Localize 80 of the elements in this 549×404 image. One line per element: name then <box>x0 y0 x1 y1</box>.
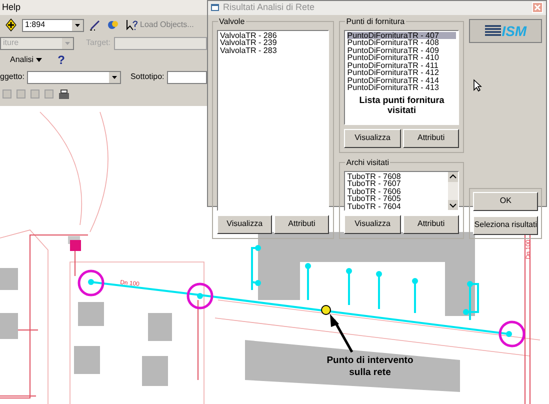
list-caption: Lista punti fornitura visitati <box>358 94 446 114</box>
highlight-circle <box>186 282 214 310</box>
junction-dot <box>255 280 261 286</box>
caret-icon <box>36 58 42 62</box>
dialog-button[interactable]: Seleziona risultati <box>473 216 538 234</box>
object-label: ggetto: <box>0 71 24 83</box>
scrollbar[interactable] <box>448 172 458 210</box>
list-item[interactable]: PuntoDiFornituraTR - 412 <box>347 69 456 76</box>
building <box>142 356 168 386</box>
cursor-icon <box>473 78 482 92</box>
list-item[interactable]: PuntoDiFornituraTR - 408 <box>347 39 456 46</box>
dialog-button[interactable]: Attributi <box>402 128 460 148</box>
building <box>0 268 18 290</box>
list-box[interactable]: TuboTR - 7608 TuboTR - 7607 TuboTR - 7606 TuboTR - 7605 TuboTR - 7604 <box>344 170 460 210</box>
intervention-point <box>321 305 331 315</box>
junction-dot <box>463 309 469 315</box>
list-item[interactable]: TuboTR - 7605 <box>347 195 446 202</box>
window-title: Risultati Analisi di Rete <box>223 1 316 14</box>
pointer-arrow <box>330 314 354 353</box>
list-item[interactable]: TuboTR - 7607 <box>347 180 446 188</box>
junction-dot <box>305 263 311 269</box>
junction-dot <box>467 281 473 287</box>
combo-box[interactable]: 1:894 <box>22 18 84 32</box>
dialog-button[interactable]: Visualizza <box>344 214 401 234</box>
list-item[interactable]: PuntoDiFornituraTR - 413 <box>347 84 456 92</box>
list-item[interactable]: TuboTR - 7604 <box>347 202 446 210</box>
highlight-circle <box>78 270 104 296</box>
list-item[interactable]: TuboTR - 7606 <box>347 188 446 195</box>
pipe-branch <box>466 283 479 320</box>
cursor-question-icon <box>126 19 138 31</box>
window-icon <box>211 3 220 12</box>
list-item[interactable]: PuntoDiFornituraTR - 407 <box>347 32 456 39</box>
list-item[interactable]: ValvolaTR - 239 <box>220 39 326 46</box>
junction-dot <box>506 331 512 337</box>
dialog-button[interactable]: Attributi <box>402 214 460 234</box>
dialog-button[interactable]: OK <box>473 192 538 210</box>
group-title: Punti di fornitura <box>345 16 406 28</box>
printer-icon[interactable] <box>58 88 70 100</box>
list-item[interactable]: PuntoDiFornituraTR - 414 <box>347 76 456 84</box>
callout-label: Punto di intervento sulla rete <box>326 355 414 379</box>
analysis-menu-button[interactable]: Analisi <box>10 54 42 66</box>
junction-dot <box>197 293 203 299</box>
junction-dot <box>88 279 94 285</box>
list-item[interactable]: PuntoDiFornituraTR - 410 <box>347 54 456 62</box>
logo-text: ISM <box>502 24 527 38</box>
layers-icon[interactable] <box>106 18 120 32</box>
scroll-up-icon[interactable] <box>448 172 458 182</box>
menu-item[interactable]: Help <box>2 0 21 14</box>
valve-marker <box>68 236 81 251</box>
logo-stripes-icon <box>484 24 501 38</box>
list-box[interactable] <box>344 30 460 124</box>
list-item[interactable]: PuntoDiFornituraTR - 409 <box>347 46 456 54</box>
pencil-icon[interactable] <box>88 18 102 32</box>
close-button[interactable] <box>532 2 543 14</box>
help-button[interactable]: ? <box>58 51 65 69</box>
subtype-label: Sottotipo: <box>130 71 164 83</box>
building <box>78 302 104 326</box>
list-item[interactable]: PuntoDiFornituraTR - 411 <box>347 62 456 69</box>
junction-dot <box>255 245 261 251</box>
list-item[interactable]: TuboTR - 7608 <box>347 172 446 180</box>
close-icon <box>534 4 541 12</box>
scroll-down-icon[interactable] <box>448 200 458 210</box>
list-item[interactable]: ValvolaTR - 283 <box>220 46 326 54</box>
target-combo[interactable] <box>114 36 207 50</box>
building <box>0 313 18 339</box>
dialog-button[interactable]: Visualizza <box>217 214 272 234</box>
highlight-circle <box>498 320 526 348</box>
list-item[interactable]: ValvolaTR - 286 <box>220 32 326 39</box>
dialog-button[interactable]: Visualizza <box>344 128 401 148</box>
list-box[interactable]: ValvolaTR - 286 ValvolaTR - 239 ValvolaTR - 283 <box>217 30 330 210</box>
junction-dot <box>412 278 418 284</box>
group-title: Archi visitati <box>345 156 390 168</box>
dialog-button[interactable]: Attributi <box>274 214 330 234</box>
junction-dot <box>346 268 352 274</box>
group-title: Valvole <box>218 16 246 28</box>
building <box>148 313 172 341</box>
subtype-field[interactable] <box>167 70 207 84</box>
combo-box[interactable] <box>27 70 122 84</box>
junction-dot <box>376 271 382 277</box>
building <box>74 346 100 374</box>
